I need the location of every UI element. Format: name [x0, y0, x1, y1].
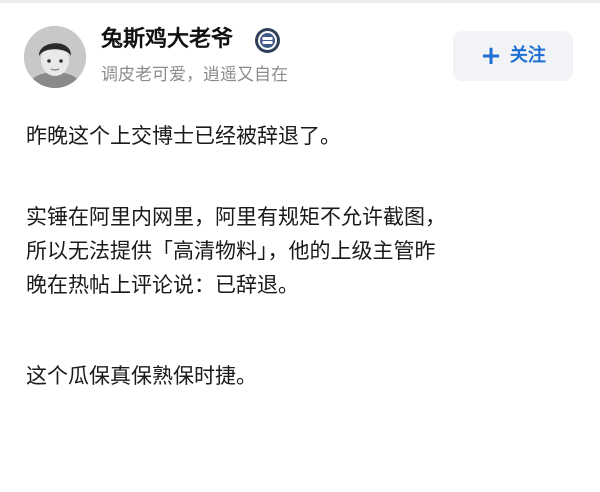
avatar[interactable] [24, 26, 86, 88]
user-name[interactable]: 兔斯鸡大老爷 [101, 26, 233, 54]
post-paragraph: 实锤在阿里内网里，阿里有规矩不允许截图， 所以无法提供「高清物料」，他的上级主管… [26, 200, 446, 302]
user-bio: 调皮老可爱，逍遥又自在 [101, 65, 288, 85]
avatar-image [24, 26, 86, 88]
verified-badge-icon [254, 27, 281, 54]
follow-button-label: 关注 [509, 45, 546, 66]
post-paragraph: 昨晚这个上交博士已经被辞退了。 [26, 119, 341, 153]
post-line: 所以无法提供「高清物料」，他的上级主管昨 [26, 239, 436, 263]
post-line: 这个瓜保真保熟保时捷。 [26, 364, 257, 388]
post-paragraph: 这个瓜保真保熟保时捷。 [26, 359, 257, 393]
post-line: 晚在热帖上评论说：已辞退。 [26, 273, 299, 297]
post-line: 昨晚这个上交博士已经被辞退了。 [26, 124, 341, 148]
plus-icon: + [480, 41, 502, 71]
follow-button[interactable]: + 关注 [453, 31, 573, 81]
post-line: 实锤在阿里内网里，阿里有规矩不允许截图， [26, 205, 446, 229]
post-header: 兔斯鸡大老爷 调皮老可爱，逍遥又自在 + 关注 [0, 0, 600, 110]
